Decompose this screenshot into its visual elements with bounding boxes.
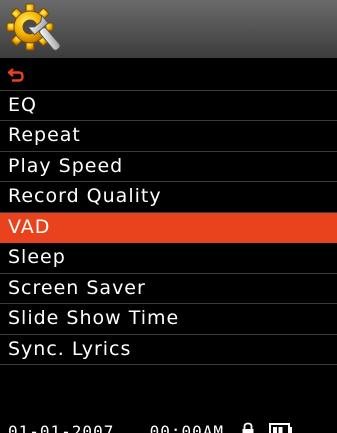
menu-item-play-speed[interactable]: Play Speed [0, 152, 337, 182]
menu-item-record-quality[interactable]: Record Quality [0, 182, 337, 213]
settings-menu: EQ Repeat Play Speed Record Quality VAD … [0, 60, 337, 365]
menu-item-repeat[interactable]: Repeat [0, 121, 337, 152]
device-screen: EQ Repeat Play Speed Record Quality VAD … [0, 0, 337, 433]
lock-icon [242, 422, 254, 433]
settings-header [0, 0, 337, 58]
status-date: 01-01-2007 [8, 422, 115, 433]
menu-item-vad[interactable]: VAD [0, 212, 337, 243]
menu-item-sync-lyrics[interactable]: Sync. Lyrics [0, 335, 337, 365]
settings-gear-wrench-icon [6, 3, 61, 51]
status-time: 00:00AM [149, 422, 225, 433]
menu-item-sleep[interactable]: Sleep [0, 243, 337, 274]
menu-item-screen-saver[interactable]: Screen Saver [0, 274, 337, 304]
back-arrow-icon [8, 68, 24, 82]
menu-item-eq[interactable]: EQ [0, 91, 337, 121]
status-bar: 01-01-2007 00:00AM [0, 422, 337, 433]
battery-icon [269, 423, 293, 433]
menu-item-slide-show-time[interactable]: Slide Show Time [0, 304, 337, 335]
back-menu-item[interactable] [0, 60, 337, 91]
